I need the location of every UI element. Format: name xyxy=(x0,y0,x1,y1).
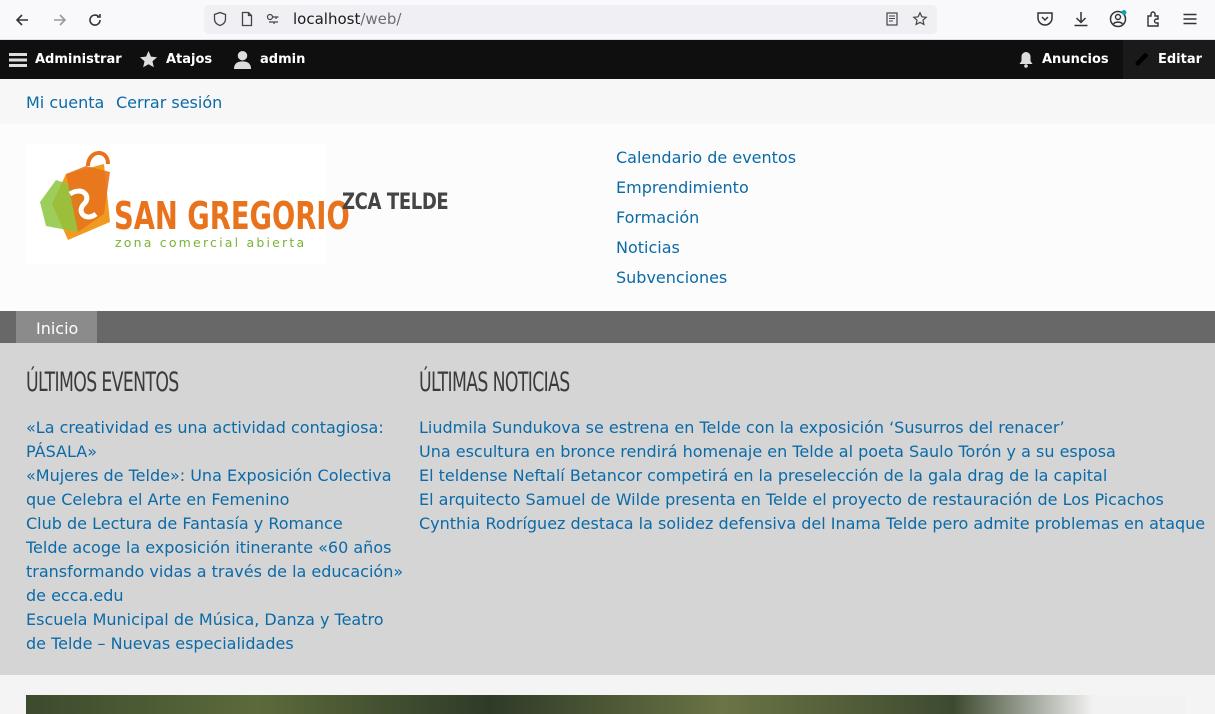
announcements-button[interactable]: Anuncios xyxy=(1018,40,1109,79)
account-link[interactable]: Mi cuenta xyxy=(26,93,104,112)
primary-nav-bar: Inicio xyxy=(0,311,1215,343)
news-link[interactable]: El teldense Neftalí Betancor competirá e… xyxy=(419,464,1199,488)
browser-toolbar: localhost/web/ xyxy=(0,0,1215,40)
tab-home[interactable]: Inicio xyxy=(16,311,97,343)
news-title: ÚLTIMAS NOTICIAS xyxy=(419,367,570,398)
back-button[interactable] xyxy=(10,8,34,32)
url-host: localhost xyxy=(293,10,361,28)
news-link[interactable]: Una escultura en bronce rendirá homenaje… xyxy=(419,440,1199,464)
url-text[interactable]: localhost/web/ xyxy=(293,10,401,28)
logo-text: SAN GREGORIO xyxy=(114,194,350,238)
event-link[interactable]: Escuela Municipal de Música, Danza y Tea… xyxy=(26,608,406,656)
admin-toolbar: Administrar Atajos admin Anuncios Editar xyxy=(0,40,1215,79)
news-link[interactable]: El arquitecto Samuel de Wilde presenta e… xyxy=(419,488,1199,512)
arrow-left-icon xyxy=(15,14,28,26)
menu-icon[interactable] xyxy=(1180,9,1200,29)
user-label: admin xyxy=(260,52,306,67)
event-link[interactable]: Club de Lectura de Fantasía y Romance xyxy=(26,512,406,536)
shortcuts-label: Atajos xyxy=(166,52,213,67)
hero-image xyxy=(26,695,1186,714)
shield-icon[interactable] xyxy=(212,11,228,27)
pencil-icon xyxy=(1135,52,1149,66)
events-title: ÚLTIMOS EVENTOS xyxy=(26,367,179,398)
main-menu: Calendario de eventos Emprendimiento For… xyxy=(616,148,796,298)
account-icon[interactable] xyxy=(1108,9,1128,29)
edit-button[interactable]: Editar xyxy=(1123,40,1215,79)
logo-wordmark: SAN GREGORIO xyxy=(114,194,350,238)
events-list: «La creatividad es una actividad contagi… xyxy=(26,416,406,656)
arrow-right-icon xyxy=(54,14,67,26)
hamburger-icon xyxy=(9,52,27,67)
page-icon[interactable] xyxy=(239,11,255,27)
star-icon xyxy=(139,50,158,68)
edit-label: Editar xyxy=(1158,52,1203,67)
download-icon[interactable] xyxy=(1071,9,1091,29)
event-link[interactable]: Telde acoge la exposición itinerante «60… xyxy=(26,536,406,608)
manage-label: Administrar xyxy=(35,52,122,67)
menu-item-news[interactable]: Noticias xyxy=(616,238,796,268)
reload-icon xyxy=(89,14,101,26)
hero-section xyxy=(0,675,1215,714)
user-icon xyxy=(233,50,252,69)
extensions-icon[interactable] xyxy=(1144,9,1164,29)
featured-content: ÚLTIMOS EVENTOS «La creatividad es una a… xyxy=(0,343,1215,675)
forward-button[interactable] xyxy=(48,8,72,32)
secondary-menu: Mi cuenta Cerrar sesión xyxy=(0,79,1215,124)
pocket-icon[interactable] xyxy=(1035,9,1055,29)
site-logo[interactable]: SAN GREGORIO zona comercial abierta xyxy=(26,144,350,264)
news-link[interactable]: Liudmila Sundukova se estrena en Telde c… xyxy=(419,416,1199,440)
event-link[interactable]: «La creatividad es una actividad contagi… xyxy=(26,416,406,464)
announcements-label: Anuncios xyxy=(1042,52,1109,67)
bell-icon xyxy=(1019,52,1033,68)
connection-icon[interactable] xyxy=(265,11,281,27)
logo-tagline: zona comercial abierta xyxy=(115,235,307,250)
user-button[interactable]: admin xyxy=(233,40,305,79)
site-header: SAN GREGORIO zona comercial abierta ZCA … xyxy=(0,124,1215,311)
manage-menu-button[interactable]: Administrar xyxy=(9,40,122,79)
url-path: /web/ xyxy=(360,10,402,28)
menu-item-entrepreneurship[interactable]: Emprendimiento xyxy=(616,178,796,208)
url-bar[interactable]: localhost/web/ xyxy=(204,5,937,34)
menu-item-calendar[interactable]: Calendario de eventos xyxy=(616,148,796,178)
reload-button[interactable] xyxy=(83,8,107,32)
menu-item-grants[interactable]: Subvenciones xyxy=(616,268,796,298)
news-link[interactable]: Cynthia Rodríguez destaca la solidez def… xyxy=(419,512,1205,536)
logout-link[interactable]: Cerrar sesión xyxy=(116,93,222,112)
reader-view-icon[interactable] xyxy=(884,11,900,27)
site-name[interactable]: ZCA TELDE xyxy=(342,190,449,215)
menu-item-training[interactable]: Formación xyxy=(616,208,796,238)
news-list: Liudmila Sundukova se estrena en Telde c… xyxy=(419,416,1205,536)
event-link[interactable]: «Mujeres de Telde»: Una Exposición Colec… xyxy=(26,464,406,512)
shortcuts-button[interactable]: Atajos xyxy=(139,40,212,79)
bookmark-star-icon[interactable] xyxy=(912,11,928,27)
